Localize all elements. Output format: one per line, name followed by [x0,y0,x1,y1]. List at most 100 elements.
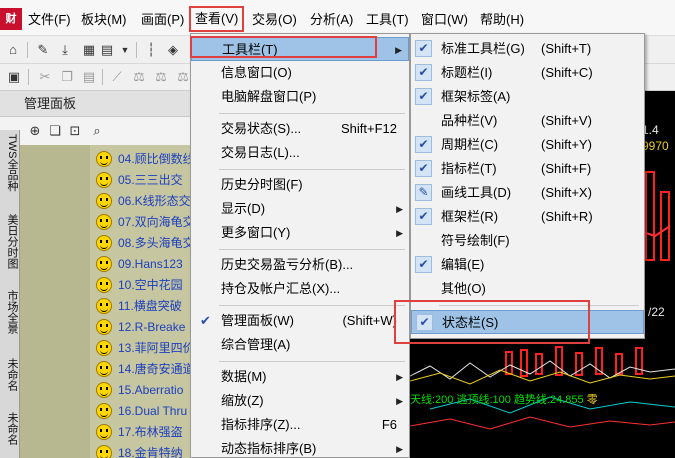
menu-view[interactable]: 查看(V) [189,6,245,32]
smiley-icon [96,445,112,458]
side-tab-tws[interactable]: TWS全品种 [2,134,18,202]
view-menu-item-display[interactable]: 显示(D) ▶ [191,197,409,221]
menu-sector[interactable]: 板块(M) [81,10,127,30]
list-item[interactable]: 14.唐奇安通道 [118,359,195,379]
submenu-item-label: 符号绘制(F) [441,233,510,248]
toolbar-item-highlight [190,36,377,58]
submenu-item-symbol-bar[interactable]: 品种栏(V) (Shift+V) [411,109,644,133]
view-menu-item-history-chart[interactable]: 历史分时图(F) [191,173,409,197]
download-icon[interactable]: ⤓ [56,41,74,59]
list-item[interactable]: 06.K线形态交 [118,191,191,211]
paste-icon[interactable]: ▤ [80,68,98,86]
draw-icon[interactable]: ⟋ [108,68,126,86]
view-menu-item-trade-log[interactable]: 交易日志(L)... [191,141,409,165]
checkmark-icon: ✔ [415,64,432,81]
chart-legend-text: 天线:200 逃顶线:100 趋势线:24.855 [410,394,584,406]
cut-icon[interactable]: ✂ [36,68,54,86]
expand-icon[interactable]: ⊡ [66,122,84,140]
checkmark-icon: ✔ [415,256,432,273]
list-item[interactable]: 11.横盘突破 [118,296,182,316]
view-menu-item-dynamic-indicator-sort[interactable]: 动态指标排序(B) ▶ [191,437,409,458]
list-item[interactable]: 17.布林强盗 [118,422,183,442]
diamond-icon[interactable]: ◈ [164,41,182,59]
new-page-icon[interactable]: ❏ [46,122,64,140]
submenu-item-frame-bar[interactable]: ✔ 框架栏(R) (Shift+R) [411,205,644,229]
list-item[interactable]: 15.Aberratio [118,380,183,400]
list-item[interactable]: 16.Dual Thru [118,401,187,421]
list-item[interactable]: 05.三三出交 [118,170,183,190]
view-menu-item-indicator-sort[interactable]: 指标排序(Z)... F6 [191,413,409,437]
view-menu-item-label: 管理面板(W) [221,313,294,328]
menu-trade[interactable]: 交易(O) [252,10,297,30]
list-item[interactable]: 09.Hans123 [118,254,183,274]
menu-separator [219,113,405,114]
view-menu-item-info-window[interactable]: 信息窗口(O) [191,61,409,85]
smiley-icon [96,319,112,335]
view-menu-item-analysis-window[interactable]: 电脑解盘窗口(P) [191,85,409,109]
submenu-item-indicator-bar[interactable]: ✔ 指标栏(T) (Shift+F) [411,157,644,181]
submenu-item-edit[interactable]: ✔ 编辑(E) [411,253,644,277]
list-item[interactable]: 04.顾比倒数线 [118,149,195,169]
grid-icon[interactable]: ▦ [80,41,98,59]
view-menu-item-label: 持仓及帐户汇总(X)... [221,281,341,296]
checkmark-icon: ✔ [415,88,432,105]
smiley-icon [96,214,112,230]
view-menu-item-data[interactable]: 数据(M) ▶ [191,365,409,389]
menu-screen[interactable]: 画面(P) [141,10,184,30]
menu-help[interactable]: 帮助(H) [480,10,524,30]
pencil-icon[interactable]: ✎ [34,41,52,59]
submenu-item-symbol-drawing[interactable]: 符号绘制(F) [411,229,644,253]
view-menu-item-overall-management[interactable]: 综合管理(A) [191,333,409,357]
submenu-arrow-icon: ▶ [396,396,403,406]
submenu-item-label: 品种栏(V) [441,113,498,128]
search-icon[interactable]: ⌕ [88,122,106,140]
list-item[interactable]: 10.空中花园 [118,275,183,295]
list-item[interactable]: 07.双向海龟交 [118,212,195,232]
side-tab-unnamed-2[interactable]: 未命名 [2,412,18,448]
submenu-item-title-bar[interactable]: ✔ 标题栏(I) (Shift+C) [411,61,644,85]
submenu-item-label: 标题栏(I) [441,65,493,80]
submenu-item-frame-tabs[interactable]: ✔ 框架标签(A) [411,85,644,109]
list-item[interactable]: 13.菲阿里四价 [118,338,195,358]
copy-icon[interactable]: ❐ [58,68,76,86]
list-item[interactable]: 08.多头海龟交 [118,233,195,253]
menu-separator [219,305,405,306]
chart-bars-icon[interactable]: ┆ [142,41,160,59]
indicator-alt-icon[interactable]: ⚖ [152,68,170,86]
menu-file[interactable]: 文件(F) [28,10,71,30]
submenu-item-standard-toolbar[interactable]: ✔ 标准工具栏(G) (Shift+T) [411,37,644,61]
smiley-icon [96,172,112,188]
view-menu-item-label: 综合管理(A) [221,337,291,352]
view-menu-item-zoom[interactable]: 缩放(Z) ▶ [191,389,409,413]
view-menu-item-pnl-analysis[interactable]: 历史交易盈亏分析(B)... [191,253,409,277]
view-menu-item-more-windows[interactable]: 更多窗口(Y) ▶ [191,221,409,245]
list-item[interactable]: 18.金肯特纳 [118,443,183,458]
home-icon[interactable]: ⌂ [4,41,22,59]
list-item[interactable]: 12.R-Breake [118,317,185,337]
submenu-item-period-bar[interactable]: ✔ 周期栏(C) (Shift+Y) [411,133,644,157]
side-tab-market[interactable]: 市场全景 [2,290,18,340]
submenu-item-drawing-tools[interactable]: ✎ 画线工具(D) (Shift+X) [411,181,644,205]
side-tab-us-japan[interactable]: 美日分时图 [2,214,18,274]
add-page-icon[interactable]: ⊕ [26,122,44,140]
save-icon[interactable]: ▣ [5,68,23,86]
menu-tools[interactable]: 工具(T) [366,10,409,30]
indicator-icon[interactable]: ⚖ [130,68,148,86]
menu-window[interactable]: 窗口(W) [421,10,468,30]
side-tab-unnamed-1[interactable]: 未命名 [2,358,18,394]
view-menu-item-trade-status[interactable]: 交易状态(S)... Shift+F12 [191,117,409,141]
smiley-icon [96,235,112,251]
view-menu-item-label: 交易状态(S)... [221,121,302,136]
toolbar-submenu: ✔ 标准工具栏(G) (Shift+T) ✔ 标题栏(I) (Shift+C) … [410,33,645,339]
shortcut-text: (Shift+C) [541,65,593,80]
menu-analysis[interactable]: 分析(A) [310,10,353,30]
submenu-item-other[interactable]: 其他(O) [411,277,644,301]
view-menu-item-position-summary[interactable]: 持仓及帐户汇总(X)... [191,277,409,301]
grid-alt-icon[interactable]: ▤ [98,41,116,59]
smiley-icon [96,361,112,377]
view-menu-item-label: 显示(D) [221,201,266,216]
menu-separator [219,249,405,250]
chevron-down-icon[interactable]: ▼ [116,41,134,59]
submenu-item-label: 框架栏(R) [441,209,499,224]
view-menu-item-management-panel[interactable]: ✔ 管理面板(W) (Shift+W) [191,309,409,333]
